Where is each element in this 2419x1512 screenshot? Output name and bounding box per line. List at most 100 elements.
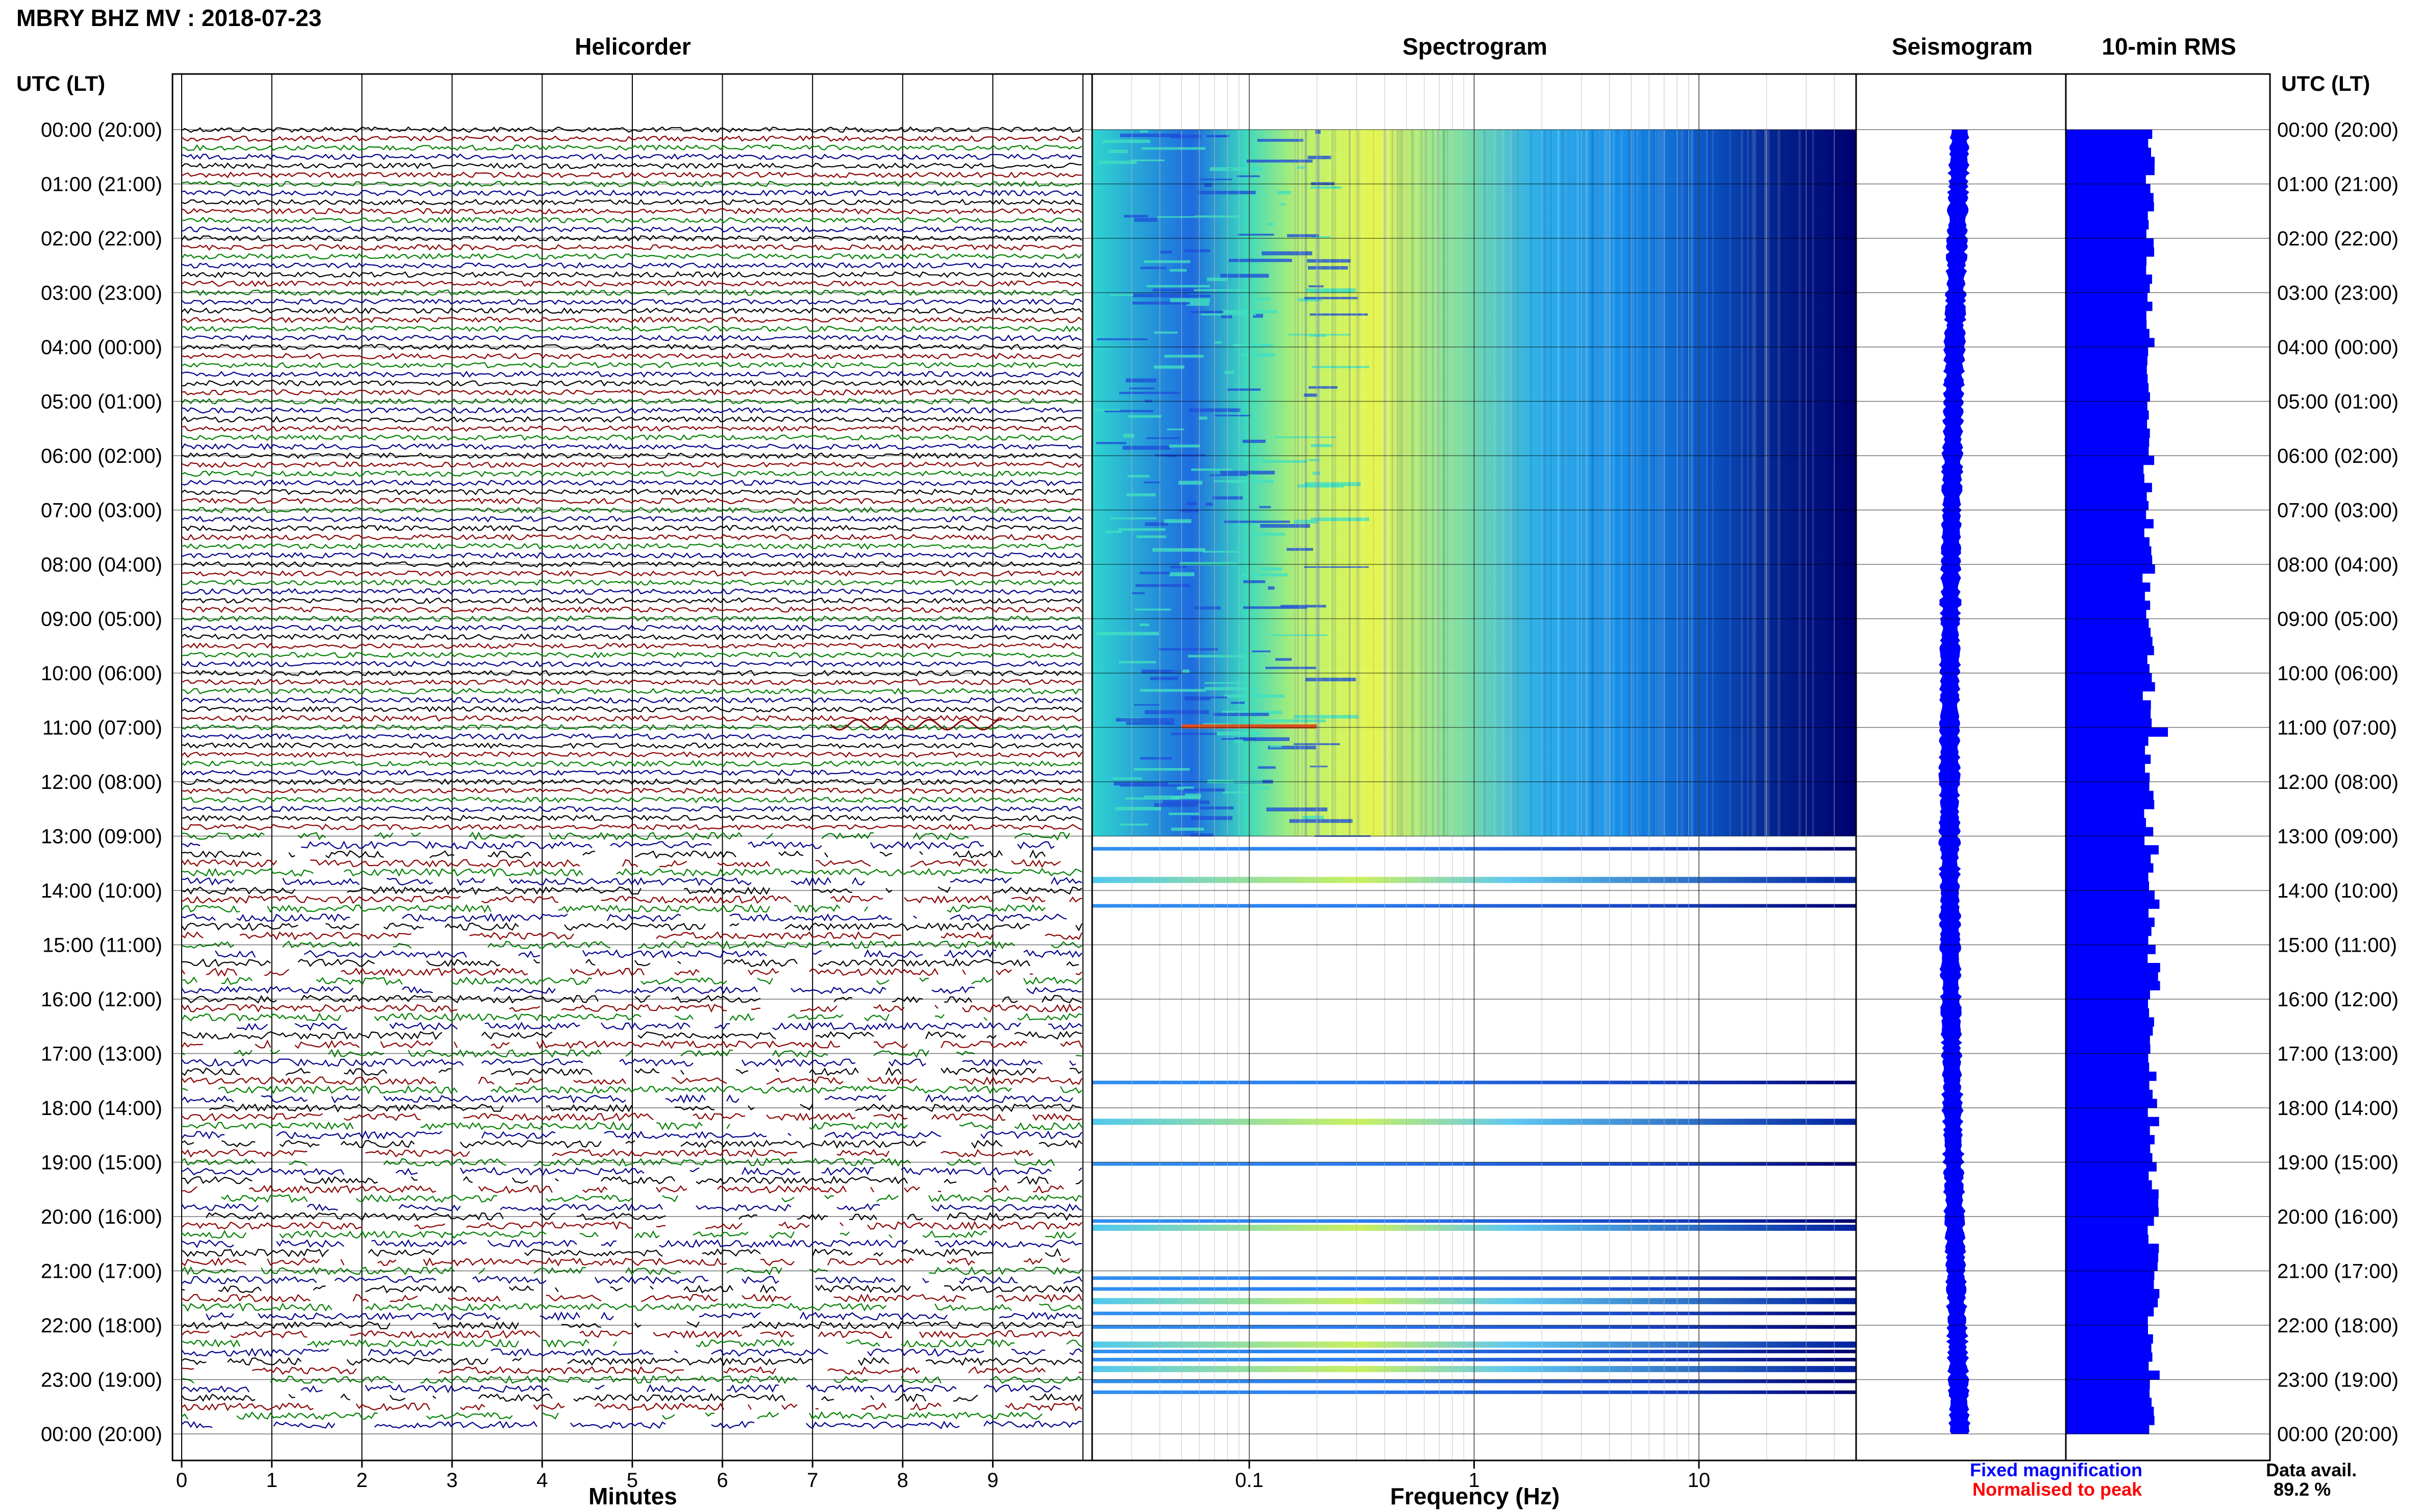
spectrogram-column <box>1298 130 1301 836</box>
spectrogram-streak <box>1152 288 1197 292</box>
rms-bar <box>2066 954 2148 963</box>
spectrogram-streak <box>1140 689 1206 692</box>
spectrogram-streak <box>1220 470 1275 475</box>
spectrogram-column <box>1690 130 1693 836</box>
spectrogram-column <box>1301 130 1303 836</box>
spectrogram-streak <box>1120 784 1181 787</box>
rms-bar <box>2066 211 2148 220</box>
rms-bar <box>2066 918 2155 927</box>
rms-title: 10-min RMS <box>2102 33 2236 60</box>
spectrogram-streak <box>1259 506 1271 508</box>
spectrogram-streak <box>1116 718 1175 722</box>
spectrogram-streak <box>1185 794 1201 798</box>
rms-bar <box>2066 1280 2154 1290</box>
spectrogram-streak <box>1115 807 1162 811</box>
data-availability-value: 89.2 % <box>2274 1479 2331 1500</box>
time-tick-label-left: 05:00 (01:00) <box>41 391 162 413</box>
time-tick-label-left: 20:00 (16:00) <box>41 1206 162 1228</box>
rms-bar <box>2066 175 2146 184</box>
spectrogram-streak <box>1134 704 1161 706</box>
spectrogram-column <box>1339 130 1341 836</box>
rms-bar <box>2066 1189 2159 1199</box>
spectrogram-column <box>1764 130 1767 836</box>
time-tick-label-left: 08:00 (04:00) <box>41 554 162 576</box>
rms-bar <box>2066 664 2150 674</box>
spectrogram-streak <box>1123 215 1148 218</box>
spectrogram-column <box>1775 130 1777 836</box>
rms-bar <box>2066 1126 2150 1135</box>
spectrogram-streak <box>1126 722 1172 725</box>
time-tick-label-right: 00:00 (20:00) <box>2277 119 2399 141</box>
spectrogram-streak <box>1198 190 1256 194</box>
spectrogram-streak <box>1183 788 1225 792</box>
rms-bar <box>2066 1053 2149 1063</box>
spectrogram-streak <box>1242 439 1266 443</box>
spectrogram-streak <box>1164 355 1204 358</box>
spectrogram-column <box>1399 130 1402 836</box>
spectrogram-streak <box>1125 797 1180 800</box>
spectrogram-streak <box>1265 666 1316 670</box>
rms-bar <box>2066 1307 2154 1317</box>
spectrogram-streak <box>1150 677 1178 680</box>
spectrogram-streak <box>1244 458 1259 462</box>
time-tick-label-left: 00:00 (20:00) <box>41 1423 162 1446</box>
spectrogram-streak <box>1257 298 1270 301</box>
spectrogram-streak <box>1137 535 1166 538</box>
rms-bar <box>2066 292 2148 302</box>
spectrogram-streak <box>1205 503 1213 506</box>
spectrogram-column <box>1304 130 1307 836</box>
rms-bar <box>2066 990 2150 1000</box>
rms-bar <box>2066 790 2154 800</box>
rms-bar <box>2066 392 2150 402</box>
spectrogram-streak <box>1210 474 1248 476</box>
spectrogram-streak <box>1187 502 1197 506</box>
spectrogram-streak <box>1188 655 1245 658</box>
spectrogram-streak <box>1199 806 1234 810</box>
helicorder-trace <box>181 1230 1076 1240</box>
time-tick-label-left: 18:00 (14:00) <box>41 1097 162 1120</box>
spectrogram-streak <box>1238 234 1274 236</box>
rms-bar <box>2066 908 2149 918</box>
spectrogram-streak <box>1119 823 1148 826</box>
spectrogram-column <box>1744 130 1747 836</box>
rms-bar <box>2066 1207 2159 1217</box>
helicorder-trace <box>221 1194 1082 1203</box>
rms-bar <box>2066 1389 2150 1398</box>
rms-bar <box>2066 618 2149 628</box>
spectrogram-column <box>1633 130 1637 836</box>
rms-bar <box>2066 555 2153 565</box>
time-tick-label-left: 13:00 (09:00) <box>41 826 162 848</box>
rms-bar <box>2066 546 2152 556</box>
rms-bar <box>2066 410 2149 420</box>
spectrogram-column <box>1334 130 1336 836</box>
rms-bar <box>2066 1153 2153 1162</box>
spectrogram-streak <box>1307 259 1351 263</box>
rms-bar <box>2066 573 2143 583</box>
spectrogram-column <box>1729 130 1731 836</box>
time-tick-label-left: 22:00 (18:00) <box>41 1315 162 1337</box>
rms-bar <box>2066 1370 2160 1380</box>
spectrogram-column <box>1415 130 1418 836</box>
spectrogram-streak <box>1294 715 1359 719</box>
spectrogram-streak <box>1261 567 1282 571</box>
spectrogram-streak <box>1250 533 1285 536</box>
spectrogram-streak <box>1130 159 1165 162</box>
page-title: MBRY BHZ MV : 2018-07-23 <box>16 5 322 31</box>
rms-bar <box>2066 1225 2148 1235</box>
spectrogram-streak <box>1134 217 1157 222</box>
spectrogram-column <box>1812 130 1814 836</box>
rms-bar <box>2066 401 2148 411</box>
spectrogram-column <box>1566 130 1568 836</box>
spectrogram-column <box>1501 130 1504 836</box>
rms-bar <box>2066 773 2150 782</box>
spectrogram-column <box>1576 130 1579 836</box>
time-tick-label-right: 18:00 (14:00) <box>2277 1097 2399 1120</box>
time-tick-label-right: 07:00 (03:00) <box>2277 500 2399 522</box>
rms-bar <box>2066 1352 2153 1362</box>
spectrogram-column <box>1483 130 1486 836</box>
helicorder-trace <box>181 859 1061 868</box>
data-availability-label: Data avail. <box>2266 1459 2357 1480</box>
rms-bar <box>2066 147 2151 157</box>
spectrogram-streak <box>1171 732 1217 735</box>
rms-bar <box>2066 238 2154 248</box>
